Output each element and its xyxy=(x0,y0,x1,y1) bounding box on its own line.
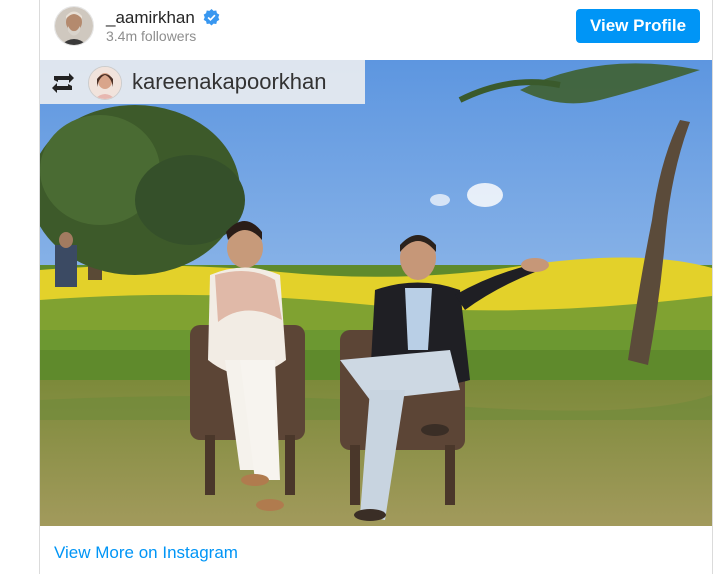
profile-avatar[interactable] xyxy=(54,6,94,46)
repost-banner: kareenakapoorkhan xyxy=(40,60,365,104)
follower-count: 3.4m followers xyxy=(106,28,197,44)
view-profile-button[interactable]: View Profile xyxy=(576,9,700,43)
repost-avatar xyxy=(88,66,122,100)
post-header: _aamirkhan 3.4m followers View Profile xyxy=(40,0,712,60)
post-image[interactable]: kareenakapoorkhan xyxy=(40,60,712,526)
profile-username[interactable]: _aamirkhan xyxy=(106,8,195,28)
instagram-embed: _aamirkhan 3.4m followers View Profile k… xyxy=(39,0,713,574)
repost-icon xyxy=(52,73,74,93)
post-photo-scene xyxy=(40,60,712,526)
verified-badge-icon xyxy=(203,9,220,26)
repost-username[interactable]: kareenakapoorkhan xyxy=(132,69,326,95)
view-more-link[interactable]: View More on Instagram xyxy=(54,543,238,563)
